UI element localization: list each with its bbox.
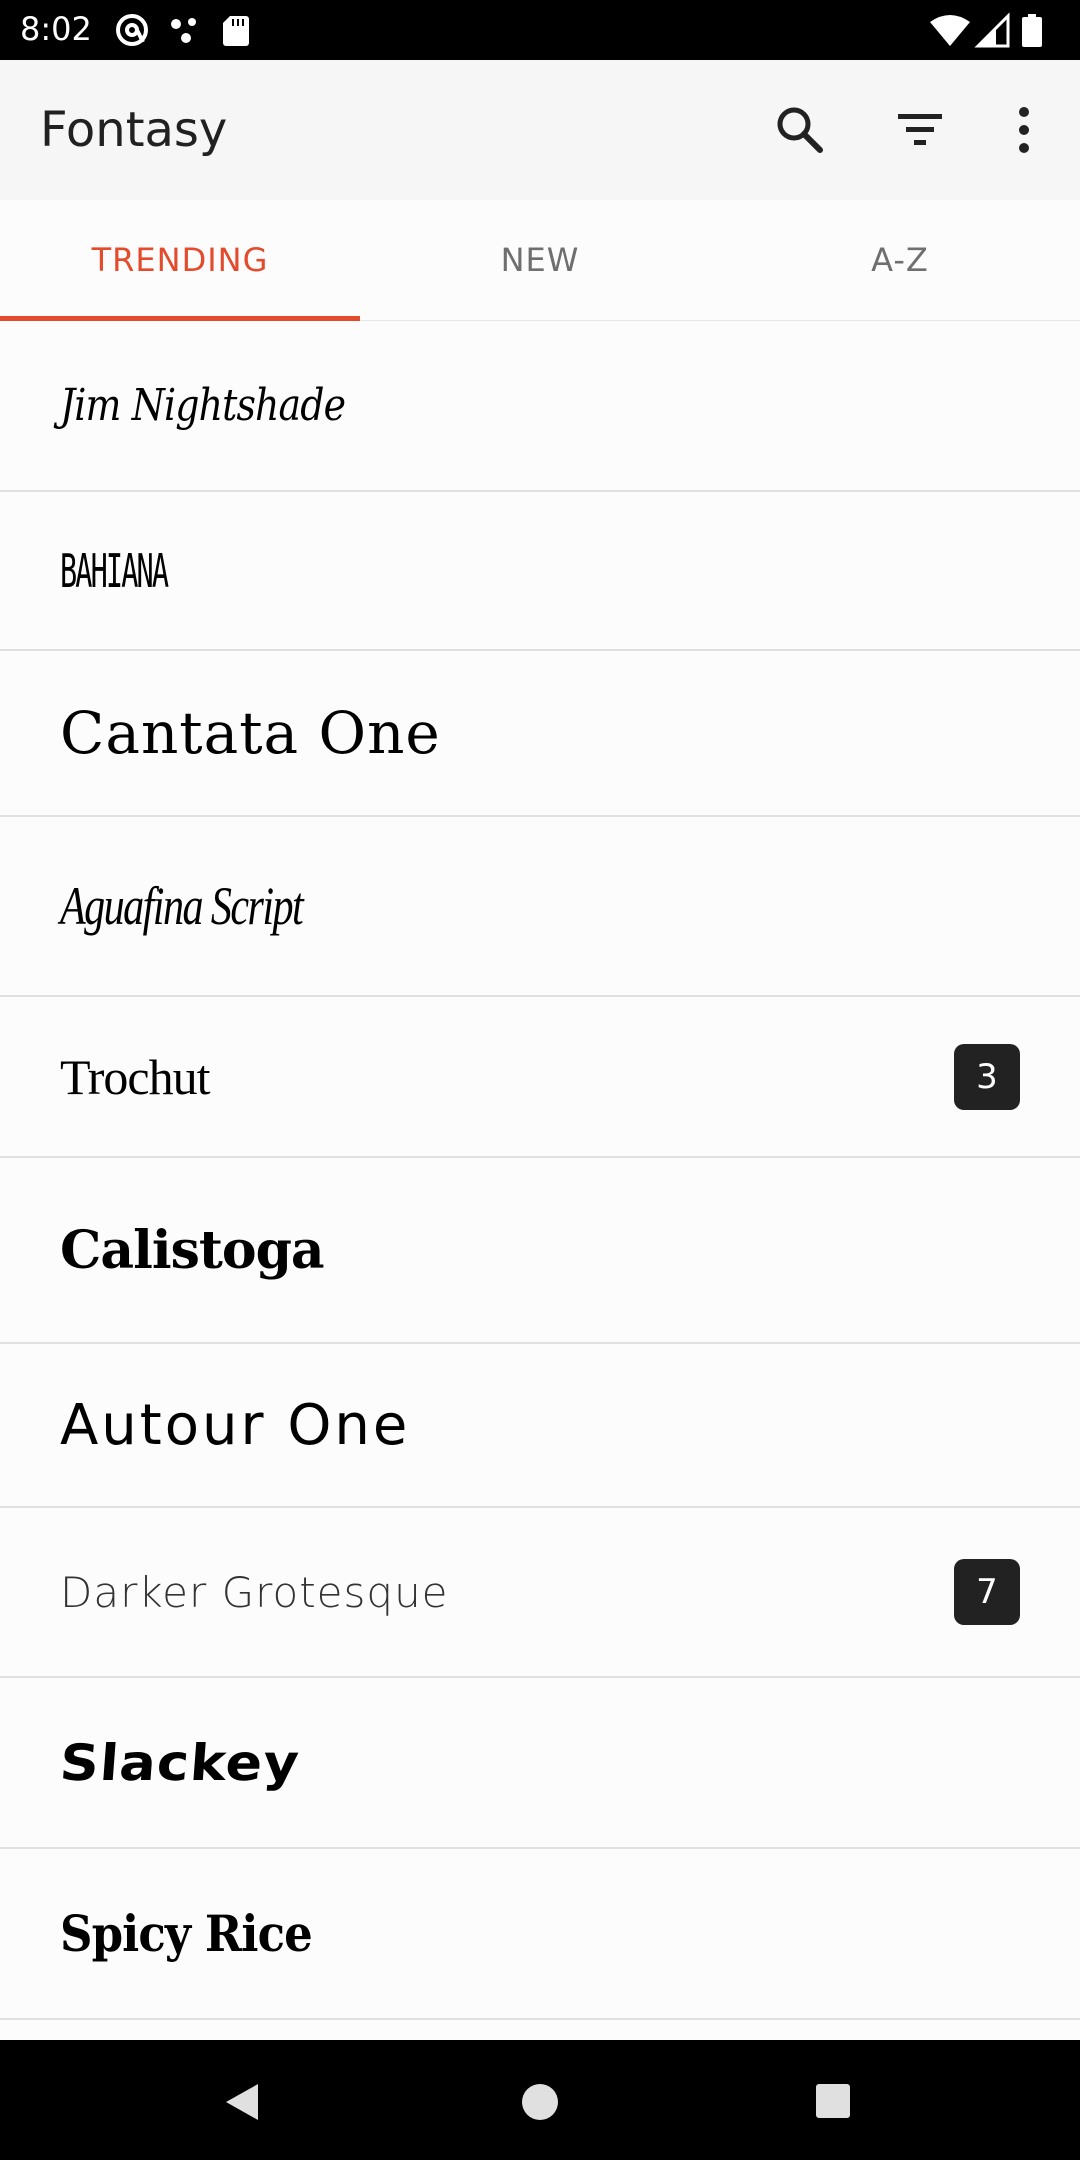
status-time: 8:02 xyxy=(20,10,92,48)
font-list-item[interactable]: Cantata One xyxy=(0,651,1080,817)
back-icon[interactable] xyxy=(220,2080,262,2124)
app-bar: Fontasy xyxy=(0,60,1080,200)
tab-new[interactable]: NEW xyxy=(360,200,720,320)
font-list-item[interactable]: Jim Nightshade xyxy=(0,320,1080,492)
status-left-icons xyxy=(116,14,249,46)
font-list-item[interactable]: Autour One xyxy=(0,1344,1080,1508)
tab-trending[interactable]: TRENDING xyxy=(0,200,360,321)
font-name: Spicy Rice xyxy=(60,1904,313,1963)
font-list-item[interactable]: Calistoga xyxy=(0,1158,1080,1344)
font-list: Jim Nightshade BAHIANA Cantata One Aguaf… xyxy=(0,320,1080,2020)
wifi-icon xyxy=(930,15,970,46)
app-title: Fontasy xyxy=(40,102,228,158)
font-name: Darker Grotesque xyxy=(60,1567,449,1617)
font-list-item[interactable]: Trochut 3 xyxy=(0,997,1080,1158)
tab-label: TRENDING xyxy=(91,241,269,279)
nodes-icon xyxy=(171,18,196,43)
signal-icon xyxy=(974,12,1010,48)
font-list-item[interactable]: Slackey xyxy=(0,1678,1080,1849)
font-list-item[interactable]: Darker Grotesque 7 xyxy=(0,1508,1080,1678)
navigation-bar xyxy=(0,2040,1080,2160)
tab-label: NEW xyxy=(500,241,580,279)
tab-label: A-Z xyxy=(871,241,929,279)
recents-icon[interactable] xyxy=(814,2082,852,2120)
tab-a-z[interactable]: A-Z xyxy=(720,200,1080,320)
filter-icon[interactable] xyxy=(888,98,952,162)
font-name: Cantata One xyxy=(60,699,441,767)
font-name: Jim Nightshade xyxy=(60,379,346,431)
battery-icon xyxy=(1022,14,1042,47)
status-right-icons xyxy=(930,12,1042,48)
font-name: Aguafina Script xyxy=(60,876,304,936)
at-sign-icon xyxy=(116,14,148,46)
tab-bar: TRENDING NEW A-Z xyxy=(0,200,1080,321)
status-bar: 8:02 xyxy=(0,0,1080,60)
font-list-item[interactable]: BAHIANA xyxy=(0,492,1080,651)
font-name: Calistoga xyxy=(60,1219,325,1281)
font-list-item[interactable]: Aguafina Script xyxy=(0,817,1080,997)
font-name: BAHIANA xyxy=(60,543,169,598)
search-icon[interactable] xyxy=(768,98,832,162)
font-name: Slackey xyxy=(57,1733,302,1792)
sd-card-icon xyxy=(223,16,249,46)
update-count-badge: 7 xyxy=(954,1559,1020,1625)
font-name: Trochut xyxy=(60,1048,211,1105)
font-name: Autour One xyxy=(60,1392,411,1458)
font-list-item[interactable]: Spicy Rice xyxy=(0,1849,1080,2020)
more-vert-icon[interactable] xyxy=(992,98,1056,162)
update-count-badge: 3 xyxy=(954,1043,1020,1110)
home-icon[interactable] xyxy=(519,2081,561,2123)
